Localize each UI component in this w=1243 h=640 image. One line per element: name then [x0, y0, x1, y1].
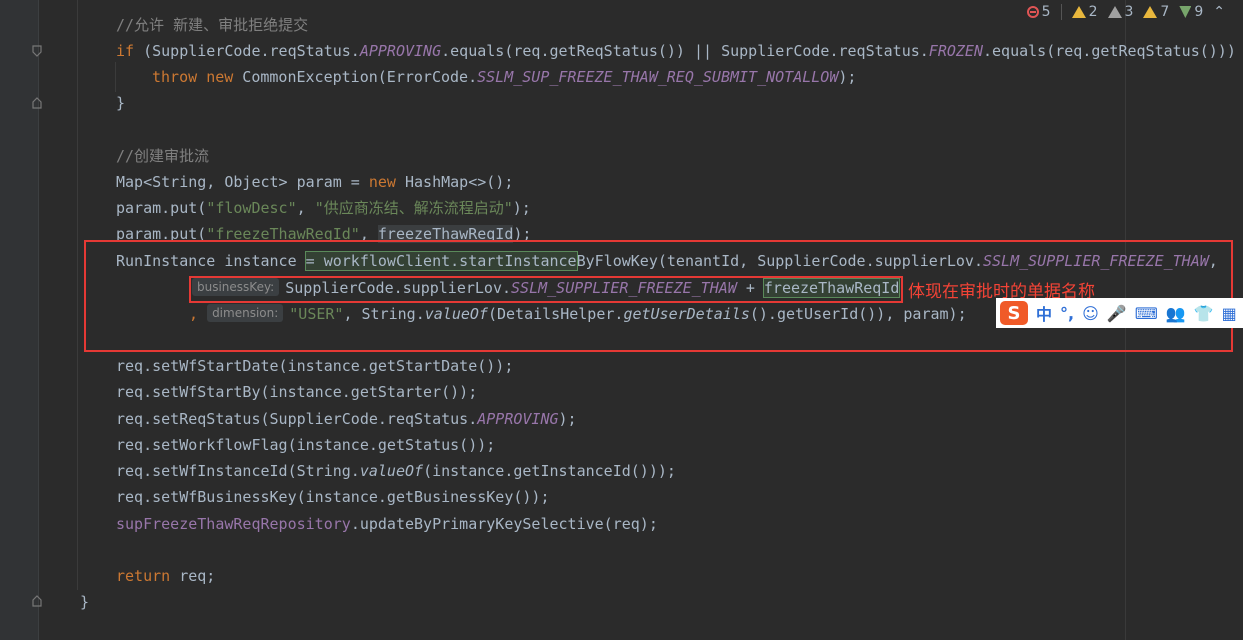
code-line[interactable]: //创建审批流 — [116, 143, 209, 169]
skin-icon[interactable]: 👕 — [1194, 304, 1214, 323]
emoji-icon[interactable]: ☺ — [1082, 304, 1099, 323]
code-line[interactable]: supFreezeThawReqRepository.updateByPrima… — [116, 511, 658, 537]
code-line[interactable]: return req; — [116, 563, 215, 589]
code-line[interactable]: if (SupplierCode.reqStatus.APPROVING.equ… — [116, 38, 1236, 64]
warning-icon — [1071, 6, 1086, 18]
errors-indicator[interactable]: 5 — [1026, 4, 1051, 20]
code-line[interactable]: Map<String, Object> param = new HashMap<… — [116, 169, 513, 195]
error-icon — [1026, 6, 1039, 18]
ime-toolbar[interactable]: S 中 °, ☺ 🎤 ⌨ 👥 👕 ▦ — [996, 298, 1243, 328]
code-line[interactable]: param.put("flowDesc", "供应商冻结、解冻流程启动"); — [116, 195, 531, 221]
code-line[interactable]: //允许 新建、审批拒绝提交 — [116, 12, 308, 38]
indent-guide — [115, 62, 116, 92]
typos-indicator[interactable]: 7 — [1143, 4, 1169, 20]
fold-marker-icon[interactable] — [32, 595, 42, 607]
code-line[interactable]: req.setWfBusinessKey(instance.getBusines… — [116, 484, 549, 510]
code-line[interactable]: throw new CommonException(ErrorCode.SSLM… — [152, 64, 856, 90]
collapse-chevron-icon[interactable]: ⌃ — [1213, 4, 1225, 20]
fold-marker-icon[interactable] — [32, 45, 42, 57]
inspection-status-bar[interactable]: 5 2 3 7 9 ⌃ — [1026, 4, 1225, 20]
code-line[interactable]: req.setWfStartDate(instance.getStartDate… — [116, 353, 513, 379]
code-line[interactable]: req.setReqStatus(SupplierCode.reqStatus.… — [116, 406, 577, 432]
apps-grid-icon[interactable]: ▦ — [1222, 304, 1237, 323]
sogou-logo-icon[interactable]: S — [1000, 301, 1028, 325]
fold-marker-icon[interactable] — [32, 97, 42, 109]
microphone-icon[interactable]: 🎤 — [1107, 304, 1127, 323]
weak-warnings-indicator[interactable]: 3 — [1107, 4, 1133, 20]
annotation-business-key-box — [189, 276, 903, 303]
other-indicator[interactable]: 9 — [1179, 4, 1203, 20]
warning-icon — [1143, 6, 1158, 18]
indent-guide — [77, 0, 78, 590]
code-line[interactable]: req.setWfStartBy(instance.getStarter()); — [116, 379, 477, 405]
editor-gutter — [0, 0, 38, 640]
status-separator — [1060, 4, 1062, 20]
ime-mode-button[interactable]: 中 — [1036, 301, 1052, 325]
typo-icon — [1179, 6, 1192, 18]
gutter-separator — [38, 0, 39, 640]
user-icon[interactable]: 👥 — [1166, 304, 1186, 323]
code-line[interactable]: } — [116, 90, 125, 116]
weak-warning-icon — [1107, 6, 1122, 18]
code-line[interactable]: req.setWfInstanceId(String.valueOf(insta… — [116, 458, 676, 484]
code-line[interactable]: } — [80, 589, 89, 615]
warnings-indicator[interactable]: 2 — [1071, 4, 1098, 20]
punctuation-icon[interactable]: °, — [1060, 304, 1074, 323]
code-line[interactable]: req.setWorkflowFlag(instance.getStatus()… — [116, 432, 495, 458]
keyboard-icon[interactable]: ⌨ — [1135, 304, 1158, 323]
